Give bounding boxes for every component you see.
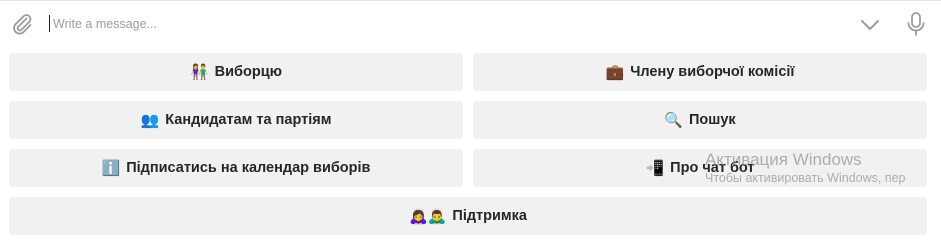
chevron-down-icon (861, 20, 879, 30)
support-button[interactable]: 🙇‍♀️🙇‍♂️ Підтримка (9, 197, 927, 235)
button-label: Про чат бот (670, 160, 755, 176)
button-label: Підписатись на календар виборів (126, 160, 371, 176)
bot-chat-input-area: 👫 Виборцю 💼 Члену виборчої комісії 👥 Кан… (0, 0, 941, 241)
bot-reply-keyboard: 👫 Виборцю 💼 Члену виборчої комісії 👥 Кан… (0, 46, 941, 241)
about-chat-bot-button[interactable]: 📲 Про чат бот (473, 149, 927, 187)
candidates-and-parties-button[interactable]: 👥 Кандидатам та партіям (9, 101, 463, 139)
button-label: Члену виборчої комісії (630, 64, 795, 80)
phone-arrow-icon: 📲 (645, 159, 665, 177)
magnifier-icon: 🔍 (664, 111, 683, 129)
info-icon: ℹ️ (101, 159, 121, 177)
bowing-people-icon: 🙇‍♀️🙇‍♂️ (409, 207, 447, 225)
message-composer (0, 1, 941, 46)
search-button[interactable]: 🔍 Пошук (473, 101, 927, 139)
button-label: Пошук (689, 112, 736, 128)
message-input[interactable] (49, 11, 839, 37)
attach-button[interactable] (7, 9, 37, 39)
microphone-icon (907, 12, 925, 36)
couple-icon: 👫 (189, 63, 209, 81)
people-icon: 👥 (140, 111, 160, 129)
paperclip-icon (13, 14, 32, 35)
text-cursor (49, 15, 50, 32)
voter-button[interactable]: 👫 Виборцю (9, 53, 463, 91)
voice-message-button[interactable] (901, 9, 931, 39)
briefcase-icon: 💼 (605, 63, 625, 81)
button-label: Виборцю (214, 64, 283, 80)
button-label: Підтримка (452, 208, 527, 224)
election-commission-member-button[interactable]: 💼 Члену виборчої комісії (473, 53, 927, 91)
button-label: Кандидатам та партіям (165, 112, 332, 128)
subscribe-election-calendar-button[interactable]: ℹ️ Підписатись на календар виборів (9, 149, 463, 187)
hide-keyboard-button[interactable] (855, 10, 885, 40)
